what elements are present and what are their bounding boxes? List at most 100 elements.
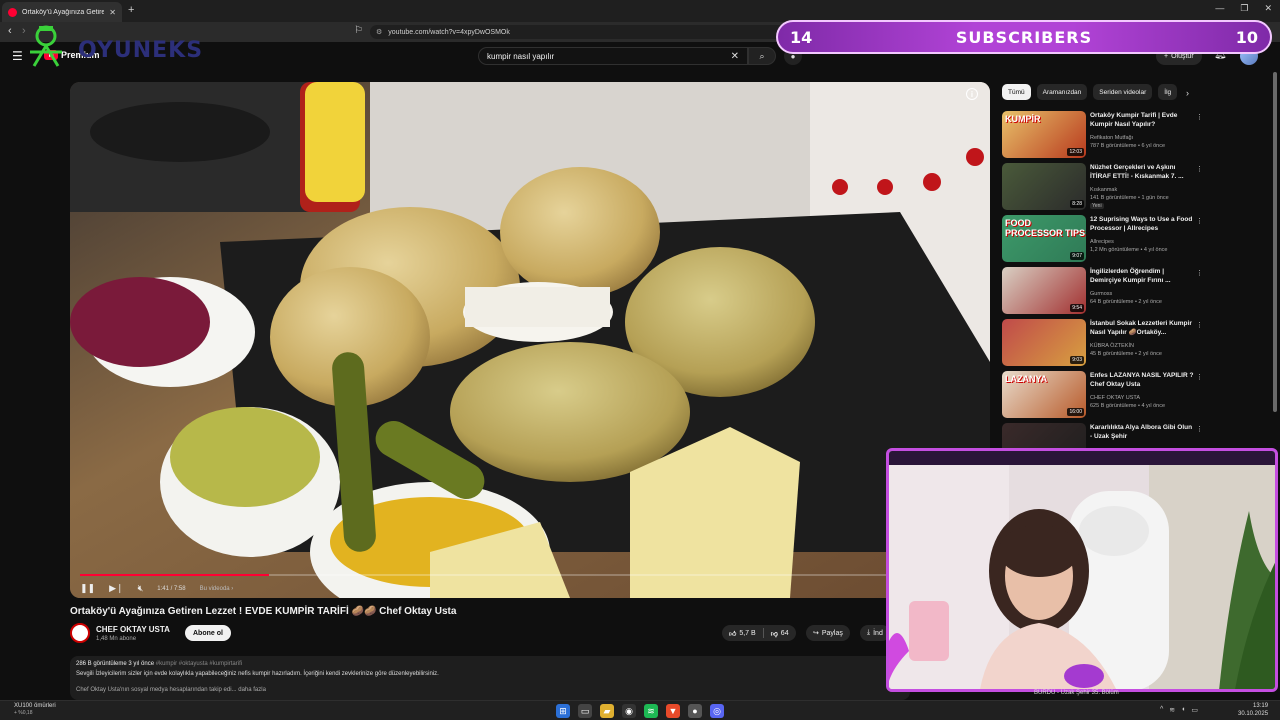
description-more[interactable]: Chef Oktay Usta'nın sosyal medya hesapla… (76, 687, 904, 693)
recommendation-meta: 45 B görüntüleme • 2 yıl önce (1090, 351, 1162, 357)
recommendation-item[interactable]: 9:03 İstanbul Sokak Lezzetleri Kumpir Nas… (1002, 319, 1203, 367)
like-button[interactable]: 👍︎ 5,7 B (722, 629, 763, 638)
duration-badge: 8:28 (1070, 200, 1084, 208)
chapter-link[interactable]: Bu videoda › (200, 586, 234, 592)
channel-name[interactable]: CHEF OKTAY USTA (96, 625, 170, 634)
info-icon[interactable]: i (966, 88, 978, 100)
filter-chips: Tümü Aramanızdan Seriden videolar İlg (1002, 84, 1178, 100)
description-text: Sevgili İzleyicilerim sizler için evde k… (76, 671, 439, 677)
recommendation-item[interactable]: 8:28 Nüzhet Gerçekleri ve Aşkını İTİRAF E… (1002, 163, 1203, 211)
hashtags[interactable]: #kumpir #oktayusta #kumpirtarifi (156, 661, 242, 667)
file-explorer-icon[interactable]: ▰ (600, 704, 614, 718)
recommendation-title[interactable]: Kararlılıkta Alya Albora Gibi Olun - Uza… (1090, 424, 1194, 442)
share-icon: ↪ (813, 630, 819, 637)
recommendation-title[interactable]: Ortaköy Kumpir Tarifi | Evde Kumpir Nası… (1090, 112, 1194, 130)
subscriber-label: SUBSCRIBERS (955, 27, 1093, 47)
more-options-icon[interactable]: ⋮ (1196, 165, 1203, 173)
recommendation-title[interactable]: Enfes LAZANYA NASIL YAPILIR ? Chef Oktay… (1090, 372, 1194, 390)
menu-icon[interactable]: ☰ (12, 49, 23, 63)
obs-icon[interactable]: ● (688, 704, 702, 718)
more-options-icon[interactable]: ⋮ (1196, 373, 1203, 381)
chip-related[interactable]: İlg (1158, 84, 1178, 100)
recommendation-channel[interactable]: KÜBRA ÖZTEKİN (1090, 343, 1134, 349)
recommendation-thumbnail[interactable]: 8:28 (1002, 163, 1086, 210)
more-options-icon[interactable]: ⋮ (1196, 217, 1203, 225)
youtube-logo[interactable]: Premium (44, 50, 100, 60)
dislike-button[interactable]: 👎︎ 64 (764, 629, 796, 638)
subscriber-goal-bar: 14 SUBSCRIBERS 10 (776, 20, 1272, 54)
player-controls: ❚❚ ▶❘ 🔇︎ 1:41 / 7:58 Bu videoda › (80, 583, 233, 594)
url-field[interactable]: ⚙ youtube.com/watch?v=4xpyDwOSMOk (370, 25, 790, 39)
recommendation-channel[interactable]: Refikaton Mutfağı (1090, 135, 1133, 141)
search-input[interactable] (487, 51, 731, 61)
description-box[interactable]: 286 B görüntüleme 3 yıl önce #kumpir #ok… (70, 656, 910, 700)
stock-widget[interactable]: XU100 ömürleri + %0,18 (14, 703, 56, 717)
maximize-icon[interactable]: ❐ (1240, 3, 1248, 14)
clock[interactable]: 13:19 30.10.2025 (1238, 703, 1268, 719)
chevron-right-icon[interactable]: › (1186, 88, 1189, 98)
recommendation-item[interactable]: LAZANYA 16:00 Enfes LAZANYA NASIL YAPILIR … (1002, 371, 1203, 419)
windows-start-icon[interactable]: ⊞ (556, 704, 570, 718)
steam-icon[interactable]: ◉ (622, 704, 636, 718)
subscribe-button[interactable]: Abone ol (185, 625, 231, 641)
next-video-peek[interactable]: BÜRDÜ - Uzak Şehir 35. Bölüm (1034, 690, 1119, 696)
forward-icon[interactable]: › (22, 25, 26, 37)
recommendation-channel[interactable]: CHEF OKTAY USTA (1090, 395, 1140, 401)
recommendation-title[interactable]: İstanbul Sokak Lezzetleri Kumpir Nasıl Y… (1090, 320, 1194, 338)
close-window-icon[interactable]: ✕ (1264, 3, 1272, 14)
recommendation-thumbnail[interactable]: FOOD PROCESSOR TIPS 9:07 (1002, 215, 1086, 262)
discord-icon[interactable]: ◎ (710, 704, 724, 718)
wifi-icon[interactable]: ≋ (1169, 706, 1175, 714)
recommendation-thumbnail[interactable]: 9:54 (1002, 267, 1086, 314)
site-info-icon[interactable]: ⚙ (376, 28, 382, 36)
minimize-icon[interactable]: — (1215, 3, 1224, 14)
battery-icon[interactable]: ▭ (1191, 706, 1198, 714)
recommendation-meta: 787 B görüntüleme • 6 yıl önce (1090, 143, 1165, 149)
next-icon[interactable]: ▶❘ (109, 583, 123, 594)
pause-icon[interactable]: ❚❚ (80, 583, 95, 594)
task-view-icon[interactable]: ▭ (578, 704, 592, 718)
volume-tray-icon[interactable]: ◖ (1181, 706, 1185, 714)
recommendation-thumbnail[interactable]: 9:03 (1002, 319, 1086, 366)
scroll-thumb[interactable] (1273, 72, 1277, 412)
recommendation-channel[interactable]: Kıskanmak (1090, 187, 1117, 193)
channel-avatar[interactable] (70, 623, 90, 643)
more-options-icon[interactable]: ⋮ (1196, 321, 1203, 329)
recommendation-title[interactable]: İngilizlerden Öğrendim | Demirçiye Kumpi… (1090, 268, 1194, 286)
spotify-icon[interactable]: ≋ (644, 704, 658, 718)
more-options-icon[interactable]: ⋮ (1196, 113, 1203, 121)
chip-all[interactable]: Tümü (1002, 84, 1031, 100)
recommendation-thumbnail[interactable]: KUMPİR 12:03 (1002, 111, 1086, 158)
description-meta: 286 B görüntüleme 3 yıl önce #kumpir #ok… (76, 661, 904, 667)
search-box: ✕ (478, 47, 748, 65)
recommendation-channel[interactable]: Gurmoss (1090, 291, 1112, 297)
video-player[interactable]: i ❚❚ ▶❘ 🔇︎ 1:41 / 7:58 Bu videoda › (70, 82, 990, 598)
more-options-icon[interactable]: ⋮ (1196, 425, 1203, 433)
recommendation-item[interactable]: 9:54 İngilizlerden Öğrendim | Demirçiye K… (1002, 267, 1203, 315)
chip-from-search[interactable]: Aramanızdan (1036, 84, 1088, 100)
more-options-icon[interactable]: ⋮ (1196, 269, 1203, 277)
recommendation-title[interactable]: 12 Suprising Ways to Use a Food Processo… (1090, 216, 1194, 234)
recommendation-item[interactable]: FOOD PROCESSOR TIPS 9:07 12 Suprising Ways… (1002, 215, 1203, 263)
back-icon[interactable]: ‹ (8, 25, 12, 37)
subscriber-count: 1,48 Mn abone (96, 636, 137, 642)
recommendation-title[interactable]: Nüzhet Gerçekleri ve Aşkını İTİRAF ETTİ!… (1090, 164, 1194, 182)
time-display: 1:41 / 7:58 (157, 585, 186, 592)
browser-tab[interactable]: Ortaköy'ü Ayağınıza Getiren Lez... ✕ (2, 2, 122, 22)
recommendation-item[interactable]: KUMPİR 12:03 Ortaköy Kumpir Tarifi | Evde … (1002, 111, 1203, 159)
brave-icon[interactable]: ▼ (666, 704, 680, 718)
thumbnail-text: KUMPİR (1005, 114, 1041, 124)
share-button[interactable]: ↪ Paylaş (806, 625, 850, 641)
bookmark-icon[interactable]: ⚐ (354, 25, 363, 36)
chevron-up-icon[interactable]: ^ (1160, 706, 1163, 714)
clear-search-icon[interactable]: ✕ (731, 51, 739, 62)
progress-bar[interactable] (80, 574, 980, 576)
recommendation-thumbnail[interactable]: LAZANYA 16:00 (1002, 371, 1086, 418)
chip-series[interactable]: Seriden videolar (1093, 84, 1153, 100)
recommendation-channel[interactable]: Allrecipes (1090, 239, 1114, 245)
share-label: Paylaş (821, 629, 843, 637)
new-tab-icon[interactable]: + (128, 4, 134, 16)
search-button[interactable]: ⌕ (748, 47, 776, 65)
volume-icon[interactable]: 🔇︎ (138, 583, 144, 594)
tab-close-icon[interactable]: ✕ (109, 8, 116, 17)
